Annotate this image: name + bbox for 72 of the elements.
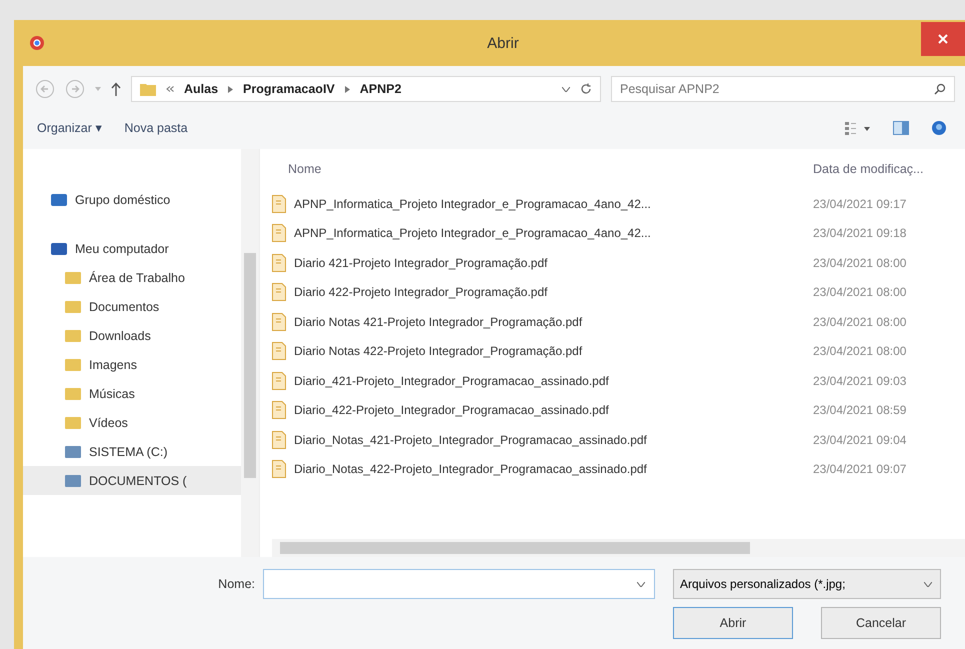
file-type-dropdown[interactable]: Arquivos personalizados (*.jpg; bbox=[673, 569, 941, 599]
document-icon bbox=[272, 283, 286, 302]
window-title: Abrir bbox=[487, 34, 519, 52]
file-name-field[interactable] bbox=[263, 569, 655, 599]
horizontal-scrollbar[interactable] bbox=[272, 539, 965, 557]
chevron-icon[interactable] bbox=[344, 86, 350, 92]
file-date: 23/04/2021 09:17 bbox=[813, 196, 908, 211]
view-options-icon[interactable] bbox=[845, 120, 871, 134]
double-chevron-icon[interactable] bbox=[166, 86, 174, 92]
document-icon bbox=[272, 224, 286, 242]
browser-icon bbox=[29, 35, 45, 51]
vertical-scrollbar[interactable] bbox=[241, 149, 259, 557]
breadcrumb-item[interactable]: ProgramacaoIV bbox=[243, 82, 335, 96]
file-date: 23/04/2021 09:07 bbox=[813, 462, 908, 476]
up-arrow-icon[interactable] bbox=[111, 82, 121, 96]
search-icon[interactable] bbox=[934, 83, 946, 95]
search-field[interactable]: Pesquisar APNP2 bbox=[611, 76, 955, 102]
file-name[interactable]: Diario_422-Projeto_Integrador_Programacao_assinado.pdf bbox=[294, 403, 805, 418]
caret-icon bbox=[924, 582, 932, 586]
document-icon bbox=[272, 372, 286, 390]
document-icon bbox=[272, 430, 286, 449]
sidebar-item[interactable]: Grupo doméstico bbox=[23, 185, 241, 214]
file-name[interactable]: APNP_Informatica_Projeto Integrador_e_Programacao_4ano_42... bbox=[294, 196, 805, 211]
document-icon bbox=[272, 401, 286, 420]
file-date: 23/04/2021 08:00 bbox=[813, 314, 908, 329]
sidebar-item[interactable]: Meu computador bbox=[23, 234, 241, 263]
sidebar-item[interactable]: Documentos bbox=[23, 292, 241, 321]
cancel-button[interactable]: Cancelar bbox=[821, 607, 941, 639]
caret-icon[interactable] bbox=[637, 582, 645, 587]
caret-icon[interactable] bbox=[562, 86, 570, 92]
file-date: 23/04/2021 08:00 bbox=[813, 256, 908, 270]
file-name[interactable]: Diario 422-Projeto Integrador_Programação.pdf bbox=[294, 285, 805, 300]
file-date: 23/04/2021 09:04 bbox=[813, 432, 908, 447]
sidebar-item[interactable]: Músicas bbox=[23, 379, 241, 408]
document-icon bbox=[272, 254, 286, 272]
sidebar-item[interactable]: Downloads bbox=[23, 321, 241, 350]
address-bar[interactable]: Aulas ProgramacaoIV APNP2 bbox=[131, 76, 601, 102]
document-icon bbox=[272, 194, 286, 213]
file-date: 23/04/2021 08:59 bbox=[813, 403, 908, 418]
help-icon[interactable] bbox=[931, 120, 947, 136]
file-date: 23/04/2021 09:03 bbox=[813, 374, 908, 388]
column-header[interactable]: Data de modificaç... bbox=[813, 162, 965, 176]
column-header[interactable]: Nome bbox=[272, 162, 813, 176]
open-button[interactable]: Abrir bbox=[673, 607, 793, 639]
file-date: 23/04/2021 08:00 bbox=[813, 285, 908, 300]
breadcrumb-item[interactable]: APNP2 bbox=[360, 82, 402, 96]
file-date: 23/04/2021 08:00 bbox=[813, 344, 908, 358]
organize-button[interactable]: Organizar ▾ bbox=[37, 118, 102, 137]
sidebar-item[interactable]: SISTEMA (C:) bbox=[23, 437, 241, 466]
file-date: 23/04/2021 09:18 bbox=[813, 226, 908, 240]
close-icon bbox=[938, 34, 948, 44]
preview-pane-icon[interactable] bbox=[893, 120, 909, 134]
file-name[interactable]: Diario Notas 422-Projeto Integrador_Programação.pdf bbox=[294, 344, 805, 358]
file-name[interactable]: Diario_Notas_421-Projeto_Integrador_Programacao_assinado.pdf bbox=[294, 432, 805, 447]
file-name[interactable]: APNP_Informatica_Projeto Integrador_e_Programacao_4ano_42... bbox=[294, 226, 805, 240]
breadcrumb-item[interactable]: Aulas bbox=[184, 82, 218, 96]
field-label: Nome: bbox=[217, 576, 255, 591]
sidebar-item[interactable]: Área de Trabalho bbox=[23, 263, 241, 292]
chevron-icon[interactable] bbox=[228, 86, 234, 92]
document-icon bbox=[272, 312, 286, 331]
new-folder-button[interactable]: Nova pasta bbox=[124, 118, 188, 136]
file-name[interactable]: Diario 421-Projeto Integrador_Programação.pdf bbox=[294, 256, 805, 270]
close-button[interactable] bbox=[921, 22, 965, 56]
sidebar-item[interactable]: Vídeos bbox=[23, 408, 241, 437]
file-name[interactable]: Diario Notas 421-Projeto Integrador_Programação.pdf bbox=[294, 314, 805, 329]
sidebar-item[interactable]: Imagens bbox=[23, 350, 241, 379]
file-name[interactable]: Diario_Notas_422-Projeto_Integrador_Programacao_assinado.pdf bbox=[294, 462, 805, 476]
document-icon bbox=[272, 460, 286, 478]
refresh-icon[interactable] bbox=[580, 83, 592, 95]
file-name[interactable]: Diario_421-Projeto_Integrador_Programacao_assinado.pdf bbox=[294, 374, 805, 388]
sidebar-item[interactable]: DOCUMENTOS ( bbox=[23, 466, 241, 495]
document-icon bbox=[272, 342, 286, 360]
